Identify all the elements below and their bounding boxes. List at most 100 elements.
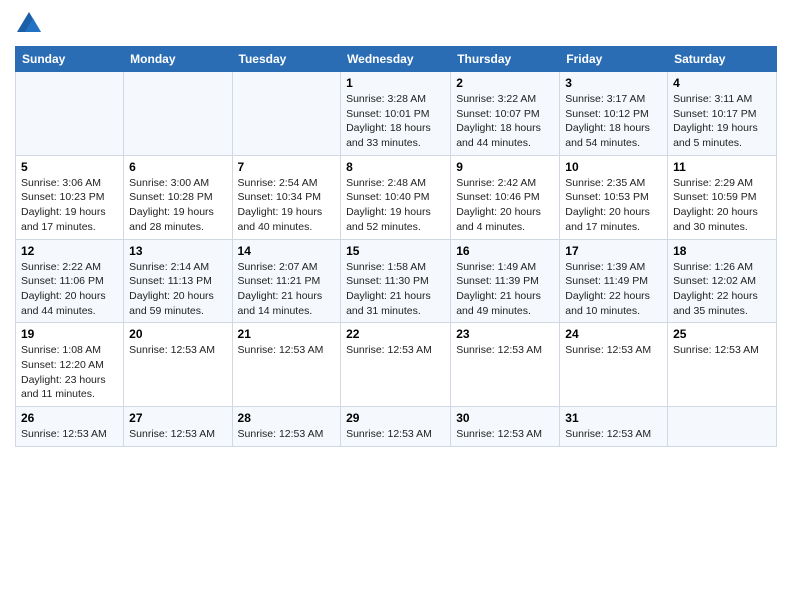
- day-number: 29: [346, 411, 445, 425]
- calendar-cell: 3 Sunrise: 3:17 AM Sunset: 10:12 PM Dayli…: [560, 72, 668, 156]
- day-info: Sunrise: 12:53 AM: [456, 427, 554, 442]
- calendar-week-row: 12 Sunrise: 2:22 AM Sunset: 11:06 PM Dayl…: [16, 239, 777, 323]
- day-number: 30: [456, 411, 554, 425]
- day-info: Sunrise: 12:53 AM: [129, 427, 226, 442]
- calendar-cell: 24 Sunrise: 12:53 AM: [560, 323, 668, 407]
- day-number: 14: [238, 244, 336, 258]
- day-number: 18: [673, 244, 771, 258]
- day-info: Sunrise: 2:07 AM Sunset: 11:21 PM Daylig…: [238, 260, 336, 319]
- page-header: [15, 10, 777, 38]
- day-number: 11: [673, 160, 771, 174]
- calendar-week-row: 19 Sunrise: 1:08 AM Sunset: 12:20 AM Dayl…: [16, 323, 777, 407]
- day-number: 20: [129, 327, 226, 341]
- day-number: 26: [21, 411, 118, 425]
- day-info: Sunrise: 12:53 AM: [456, 343, 554, 358]
- day-number: 23: [456, 327, 554, 341]
- day-info: Sunrise: 2:22 AM Sunset: 11:06 PM Daylig…: [21, 260, 118, 319]
- calendar-cell: 11 Sunrise: 2:29 AM Sunset: 10:59 PM Dayl…: [668, 155, 777, 239]
- day-number: 9: [456, 160, 554, 174]
- day-info: Sunrise: 12:53 AM: [565, 427, 662, 442]
- day-info: Sunrise: 1:26 AM Sunset: 12:02 AM Daylig…: [673, 260, 771, 319]
- day-number: 5: [21, 160, 118, 174]
- day-info: Sunrise: 3:00 AM Sunset: 10:28 PM Daylig…: [129, 176, 226, 235]
- calendar-cell: 13 Sunrise: 2:14 AM Sunset: 11:13 PM Dayl…: [124, 239, 232, 323]
- day-number: 17: [565, 244, 662, 258]
- header-saturday: Saturday: [668, 47, 777, 72]
- day-info: Sunrise: 12:53 AM: [238, 343, 336, 358]
- day-info: Sunrise: 12:53 AM: [565, 343, 662, 358]
- day-number: 8: [346, 160, 445, 174]
- calendar-cell: 19 Sunrise: 1:08 AM Sunset: 12:20 AM Dayl…: [16, 323, 124, 407]
- calendar-cell: 17 Sunrise: 1:39 AM Sunset: 11:49 PM Dayl…: [560, 239, 668, 323]
- day-info: Sunrise: 1:08 AM Sunset: 12:20 AM Daylig…: [21, 343, 118, 402]
- day-number: 19: [21, 327, 118, 341]
- day-number: 15: [346, 244, 445, 258]
- calendar-cell: 8 Sunrise: 2:48 AM Sunset: 10:40 PM Dayli…: [341, 155, 451, 239]
- calendar-cell: 16 Sunrise: 1:49 AM Sunset: 11:39 PM Dayl…: [451, 239, 560, 323]
- calendar-cell: 20 Sunrise: 12:53 AM: [124, 323, 232, 407]
- calendar-cell: 31 Sunrise: 12:53 AM: [560, 407, 668, 447]
- calendar-cell: 10 Sunrise: 2:35 AM Sunset: 10:53 PM Dayl…: [560, 155, 668, 239]
- logo: [15, 10, 47, 38]
- header-wednesday: Wednesday: [341, 47, 451, 72]
- calendar-cell: 15 Sunrise: 1:58 AM Sunset: 11:30 PM Dayl…: [341, 239, 451, 323]
- day-info: Sunrise: 3:17 AM Sunset: 10:12 PM Daylig…: [565, 92, 662, 151]
- day-number: 22: [346, 327, 445, 341]
- day-info: Sunrise: 3:22 AM Sunset: 10:07 PM Daylig…: [456, 92, 554, 151]
- day-info: Sunrise: 1:58 AM Sunset: 11:30 PM Daylig…: [346, 260, 445, 319]
- day-number: 1: [346, 76, 445, 90]
- calendar-cell: 25Sunrise: 12:53 AM: [668, 323, 777, 407]
- calendar-cell: 2 Sunrise: 3:22 AM Sunset: 10:07 PM Dayli…: [451, 72, 560, 156]
- day-info: Sunrise: 2:14 AM Sunset: 11:13 PM Daylig…: [129, 260, 226, 319]
- calendar-cell: 29 Sunrise: 12:53 AM: [341, 407, 451, 447]
- day-number: 13: [129, 244, 226, 258]
- day-info: Sunrise: 2:29 AM Sunset: 10:59 PM Daylig…: [673, 176, 771, 235]
- day-number: 27: [129, 411, 226, 425]
- day-number: 2: [456, 76, 554, 90]
- day-number: 24: [565, 327, 662, 341]
- day-number: 31: [565, 411, 662, 425]
- calendar-cell: [668, 407, 777, 447]
- calendar-cell: 14 Sunrise: 2:07 AM Sunset: 11:21 PM Dayl…: [232, 239, 341, 323]
- day-info: Sunrise: 12:53 AM: [238, 427, 336, 442]
- header-monday: Monday: [124, 47, 232, 72]
- calendar-week-row: 5 Sunrise: 3:06 AM Sunset: 10:23 PM Dayli…: [16, 155, 777, 239]
- day-info: Sunrise: 1:49 AM Sunset: 11:39 PM Daylig…: [456, 260, 554, 319]
- day-number: 4: [673, 76, 771, 90]
- calendar-week-row: 1 Sunrise: 3:28 AM Sunset: 10:01 PM Dayli…: [16, 72, 777, 156]
- calendar-header-row: SundayMondayTuesdayWednesdayThursdayFrid…: [16, 47, 777, 72]
- calendar-cell: 23 Sunrise: 12:53 AM: [451, 323, 560, 407]
- day-info: Sunrise: 2:42 AM Sunset: 10:46 PM Daylig…: [456, 176, 554, 235]
- calendar-cell: [124, 72, 232, 156]
- day-info: Sunrise: 12:53 AM: [346, 343, 445, 358]
- calendar-cell: 30 Sunrise: 12:53 AM: [451, 407, 560, 447]
- calendar-cell: 6Sunrise: 3:00 AM Sunset: 10:28 PM Dayli…: [124, 155, 232, 239]
- day-number: 7: [238, 160, 336, 174]
- day-number: 21: [238, 327, 336, 341]
- day-number: 12: [21, 244, 118, 258]
- header-tuesday: Tuesday: [232, 47, 341, 72]
- day-number: 16: [456, 244, 554, 258]
- day-info: Sunrise: 12:53 AM: [673, 343, 771, 358]
- calendar-cell: 26 Sunrise: 12:53 AM: [16, 407, 124, 447]
- calendar-cell: 28 Sunrise: 12:53 AM: [232, 407, 341, 447]
- day-info: Sunrise: 2:35 AM Sunset: 10:53 PM Daylig…: [565, 176, 662, 235]
- calendar-week-row: 26Sunrise: 12:53 AM27Sunrise: 12:53 AM28…: [16, 407, 777, 447]
- calendar-cell: 21 Sunrise: 12:53 AM: [232, 323, 341, 407]
- day-number: 3: [565, 76, 662, 90]
- day-info: Sunrise: 3:06 AM Sunset: 10:23 PM Daylig…: [21, 176, 118, 235]
- calendar-cell: 27 Sunrise: 12:53 AM: [124, 407, 232, 447]
- calendar-cell: 22 Sunrise: 12:53 AM: [341, 323, 451, 407]
- header-friday: Friday: [560, 47, 668, 72]
- day-info: Sunrise: 12:53 AM: [129, 343, 226, 358]
- calendar-cell: 9 Sunrise: 2:42 AM Sunset: 10:46 PM Dayli…: [451, 155, 560, 239]
- day-info: Sunrise: 1:39 AM Sunset: 11:49 PM Daylig…: [565, 260, 662, 319]
- calendar-cell: 18 Sunrise: 1:26 AM Sunset: 12:02 AM Dayl…: [668, 239, 777, 323]
- day-number: 10: [565, 160, 662, 174]
- day-info: Sunrise: 2:48 AM Sunset: 10:40 PM Daylig…: [346, 176, 445, 235]
- day-info: Sunrise: 3:28 AM Sunset: 10:01 PM Daylig…: [346, 92, 445, 151]
- day-number: 28: [238, 411, 336, 425]
- header-sunday: Sunday: [16, 47, 124, 72]
- day-info: Sunrise: 12:53 AM: [21, 427, 118, 442]
- day-info: Sunrise: 12:53 AM: [346, 427, 445, 442]
